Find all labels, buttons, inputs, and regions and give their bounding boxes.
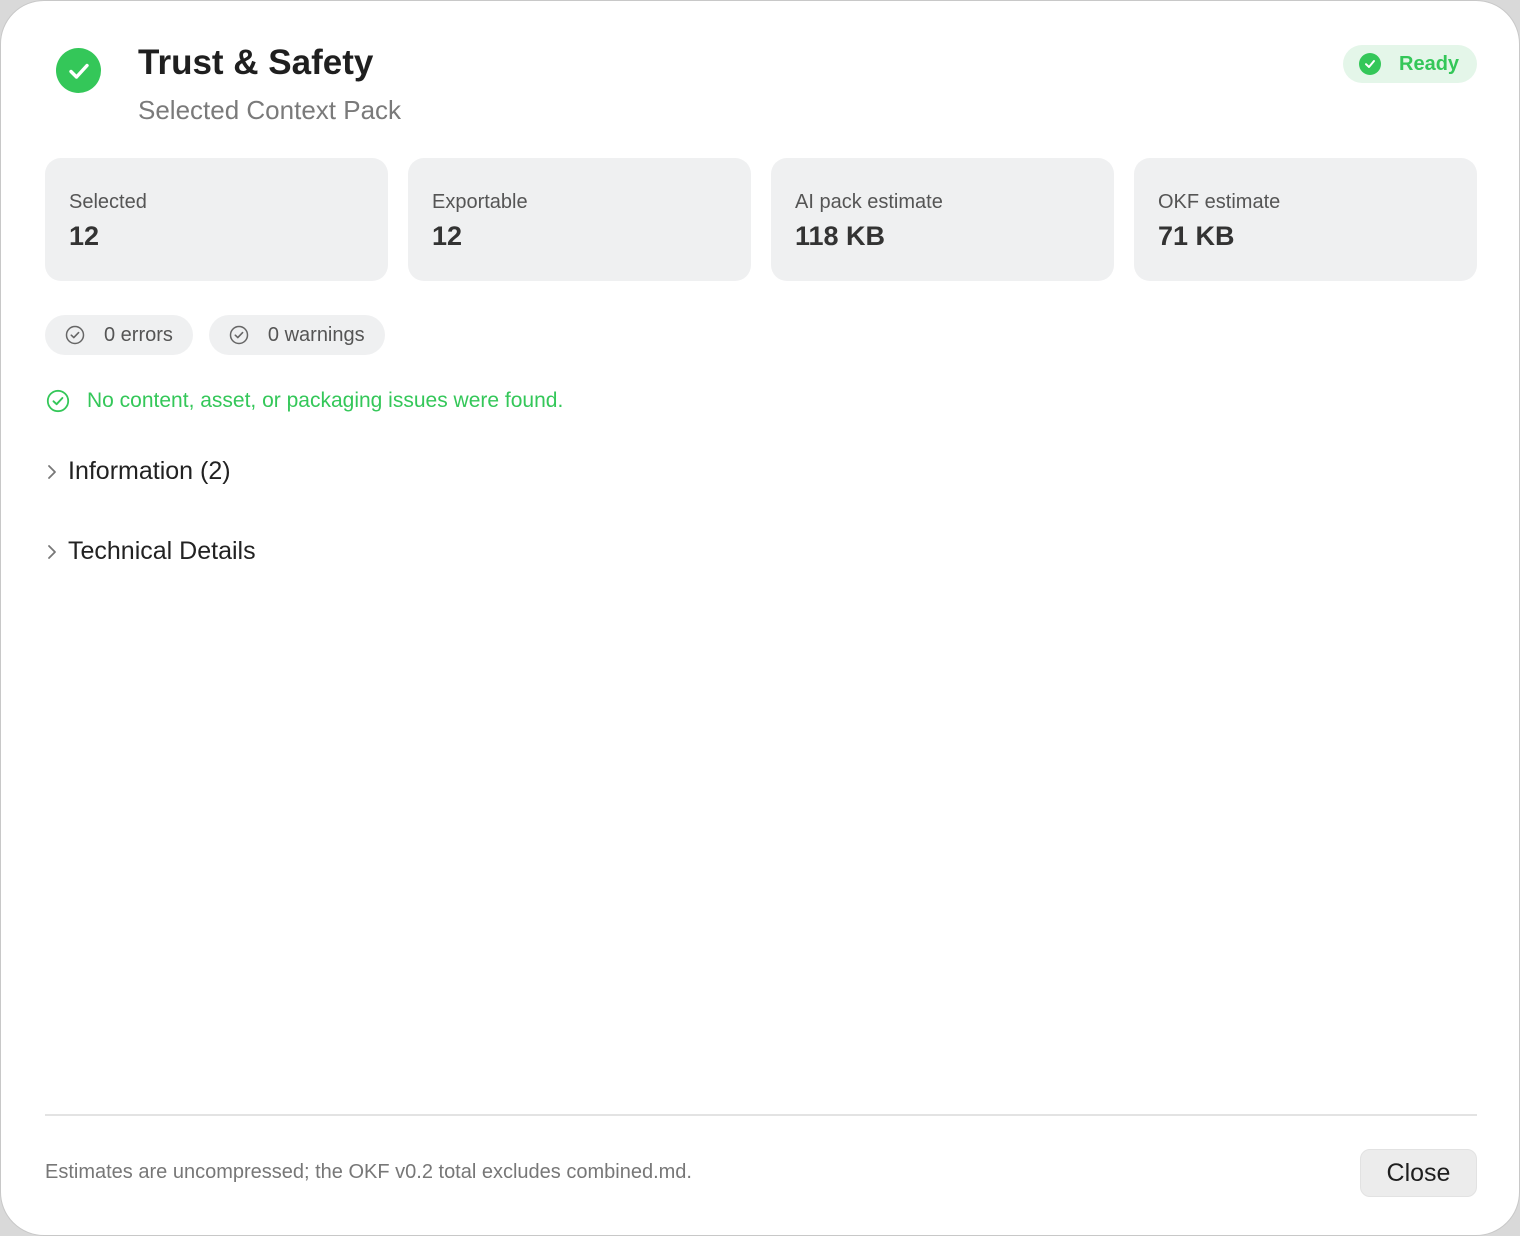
chevron-right-icon — [48, 464, 56, 479]
stat-value: 71 KB — [1158, 221, 1235, 251]
errors-count: 0 errors — [104, 323, 173, 346]
stats-row: Selected 12 Exportable 12 AI pack estima… — [45, 158, 1477, 281]
status-badge: Ready — [1343, 45, 1477, 83]
stat-label: Selected — [69, 191, 147, 213]
footer-divider — [45, 1114, 1477, 1116]
dialog-subtitle: Selected Context Pack — [138, 95, 402, 125]
information-label: Information (2) — [68, 457, 231, 485]
dialog-title: Trust & Safety — [138, 43, 374, 82]
stat-value: 12 — [432, 221, 463, 251]
check-pills: 0 errors 0 warnings — [45, 315, 385, 355]
check-circle-outline-icon — [65, 325, 85, 345]
warnings-count: 0 warnings — [267, 323, 365, 346]
stat-value: 118 KB — [795, 221, 886, 251]
technical-details-disclosure[interactable]: Technical Details — [45, 537, 256, 566]
stat-label: AI pack estimate — [795, 191, 943, 213]
checkmark-icon — [1359, 53, 1381, 75]
stat-label: Exportable — [432, 191, 528, 213]
stat-card-okf-estimate: OKF estimate 71 KB — [1134, 158, 1477, 281]
stat-label: OKF estimate — [1158, 191, 1281, 213]
footer-note: Estimates are uncompressed; the OKF v0.2… — [45, 1161, 692, 1183]
success-message: No content, asset, or packaging issues w… — [46, 389, 563, 413]
validation-dialog: Trust & Safety Selected Context Pack Rea… — [0, 0, 1520, 1236]
errors-pill: 0 errors — [45, 315, 193, 355]
information-disclosure[interactable]: Information (2) — [45, 457, 231, 486]
chevron-right-icon — [48, 544, 56, 559]
stat-value: 12 — [69, 221, 100, 251]
status-label: Ready — [1399, 52, 1460, 75]
checkmark-circle-icon — [56, 48, 101, 93]
close-button[interactable]: Close — [1360, 1149, 1477, 1197]
success-text: No content, asset, or packaging issues w… — [87, 389, 564, 412]
warnings-pill: 0 warnings — [208, 315, 385, 355]
stat-card-selected: Selected 12 — [45, 158, 388, 281]
stat-card-ai-pack-estimate: AI pack estimate 118 KB — [771, 158, 1114, 281]
stat-card-exportable: Exportable 12 — [408, 158, 751, 281]
check-circle-outline-icon — [229, 325, 249, 345]
technical-details-label: Technical Details — [68, 537, 256, 565]
check-circle-outline-icon — [46, 389, 70, 413]
